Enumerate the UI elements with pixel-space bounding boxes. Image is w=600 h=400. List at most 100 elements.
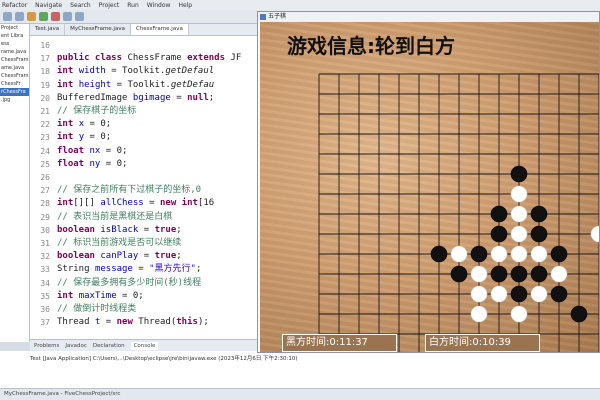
white-stone: [470, 265, 488, 283]
code-text: // 标识当前游戏是否可以继续: [57, 238, 182, 248]
code-text: int[][] allChess = new int[16: [57, 198, 215, 209]
editor-tabs: Test.java MyChessFrame.java ChessFrame.jav…: [30, 24, 258, 36]
view-tab-javadoc[interactable]: Javadoc: [65, 343, 87, 349]
white-stone: [490, 245, 508, 263]
code-text: // 保存最多拥有多少时间(秒)线程: [57, 277, 202, 288]
code-line: 35 int maxTime = 0;: [30, 291, 258, 302]
code-text: int width = Toolkit.getDefaul: [57, 66, 215, 77]
black-stone: [490, 265, 508, 283]
white-stone: [550, 265, 568, 283]
menu-item-run[interactable]: Run: [127, 2, 139, 9]
game-info-text: 游戏信息:轮到白方: [287, 34, 455, 58]
line-number: 24: [40, 146, 50, 156]
white-stone: [530, 245, 548, 263]
editor-tab[interactable]: MyChessFrame.java: [65, 24, 131, 35]
menu-item-refactor[interactable]: Refactor: [2, 2, 27, 9]
code-line: 33 String message = "黑方先行";: [30, 264, 258, 275]
white-stone: [510, 245, 528, 263]
code-line: 28 int[][] allChess = new int[16: [30, 198, 258, 209]
game-window[interactable]: 五子棋 游戏信息:轮到白方 黑方时间:0:11:37 白方时间:0:10:39: [257, 11, 600, 353]
black-stone: [530, 205, 548, 223]
explorer-item[interactable]: ent Libra: [0, 32, 29, 40]
code-text: float ny = 0;: [57, 158, 128, 169]
code-text: float nx = 0;: [57, 145, 128, 156]
menu-item-navigate[interactable]: Navigate: [35, 2, 62, 9]
black-stone: [530, 265, 548, 283]
black-stone: [550, 245, 568, 263]
black-stone: [430, 245, 448, 263]
menu-item-search[interactable]: Search: [70, 2, 91, 9]
code-line: 34 // 保存最多拥有多少时间(秒)线程: [30, 278, 258, 289]
explorer-item[interactable]: ChessFram: [0, 56, 29, 64]
game-board-panel[interactable]: 游戏信息:轮到白方 黑方时间:0:11:37 白方时间:0:10:39: [260, 22, 599, 352]
line-number: 34: [40, 278, 50, 288]
menu-item-help[interactable]: Help: [178, 2, 192, 9]
menu-item-project[interactable]: Project: [99, 2, 120, 9]
save-icon[interactable]: [15, 12, 24, 21]
black-stone: [510, 165, 528, 183]
code-line: 36 // 做倒计时线程类: [30, 304, 258, 315]
editor-tab[interactable]: Test.java: [30, 24, 66, 35]
view-tab-declaration[interactable]: Declaration: [93, 343, 125, 349]
line-number: 27: [40, 186, 50, 196]
line-number: 28: [40, 199, 50, 209]
explorer-item[interactable]: ChessFr: [0, 80, 29, 88]
white-stone: [510, 205, 528, 223]
debug-icon[interactable]: [27, 12, 36, 21]
run-icon[interactable]: [39, 12, 48, 21]
code-line: 17 public class ChessFrame extends JF: [30, 53, 258, 64]
code-text: public class ChessFrame extends JF: [57, 53, 242, 64]
explorer-item[interactable]: Project: [0, 24, 29, 32]
explorer-item[interactable]: rChessFra: [0, 88, 29, 96]
black-stone: [450, 265, 468, 283]
white-stone: [510, 305, 528, 323]
white-stone: [510, 225, 528, 243]
package-explorer: Project ent Libra ess rame.java ChessFram ame…: [0, 24, 30, 342]
explorer-item[interactable]: ame.java: [0, 64, 29, 72]
menu-item-window[interactable]: Window: [147, 2, 171, 9]
code-line: 23 int y = 0;: [30, 132, 258, 143]
white-timer: 白方时间:0:10:39: [425, 334, 540, 352]
explorer-item[interactable]: ess: [0, 40, 29, 48]
editor-tab[interactable]: ChessFrame.java: [130, 24, 189, 35]
code-editor[interactable]: 16 17 public class ChessFrame extends JF 18…: [30, 36, 258, 339]
white-stone: [470, 305, 488, 323]
code-text: int x = 0;: [57, 119, 112, 130]
stop-icon[interactable]: [51, 12, 60, 21]
explorer-item[interactable]: .jpg: [0, 96, 29, 104]
search-icon[interactable]: [63, 12, 72, 21]
status-bar: MyChessFrame.java - FiveChessProject/src: [0, 388, 600, 400]
view-tab-console[interactable]: Console: [130, 341, 159, 350]
line-number: 37: [40, 318, 50, 328]
code-text: boolean canPlay = true;: [57, 251, 182, 262]
white-stone: [450, 245, 468, 263]
app-icon: [260, 14, 266, 20]
line-number: 17: [40, 54, 50, 64]
new-icon[interactable]: [3, 12, 12, 21]
line-number: 29: [40, 212, 50, 222]
explorer-item[interactable]: ChessFram: [0, 72, 29, 80]
black-stone: [490, 225, 508, 243]
code-line: 31 // 标识当前游戏是否可以继续: [30, 238, 258, 249]
go-board[interactable]: [260, 22, 599, 352]
code-text: // 保存棋子的坐标: [57, 106, 137, 116]
black-stone: [550, 285, 568, 303]
code-line: 20 BufferedImage bgimage = null;: [30, 93, 258, 104]
code-text: // 做倒计时线程类: [57, 304, 137, 314]
view-tab-problems[interactable]: Problems: [34, 343, 59, 349]
code-line: 26: [30, 172, 258, 183]
line-number: 33: [40, 265, 50, 275]
view-tabs: Problems Javadoc Declaration Console: [30, 339, 258, 351]
line-number: 16: [40, 41, 50, 50]
code-line: 18 int width = Toolkit.getDefaul: [30, 66, 258, 77]
line-number: 22: [40, 120, 50, 130]
code-text: // 保存之前所有下过棋子的坐标,0: [57, 185, 202, 196]
black-timer: 黑方时间:0:11:37: [282, 334, 397, 352]
console-view[interactable]: Test [Java Application] C:\Users\...\Des…: [0, 351, 600, 388]
white-stone: [470, 285, 488, 303]
game-title-bar[interactable]: 五子棋: [258, 12, 599, 22]
open-type-icon[interactable]: [75, 12, 84, 21]
explorer-item[interactable]: rame.java: [0, 48, 29, 56]
menu-bar: Refactor Navigate Search Project Run Window He…: [0, 0, 600, 10]
line-number: 20: [40, 93, 50, 103]
